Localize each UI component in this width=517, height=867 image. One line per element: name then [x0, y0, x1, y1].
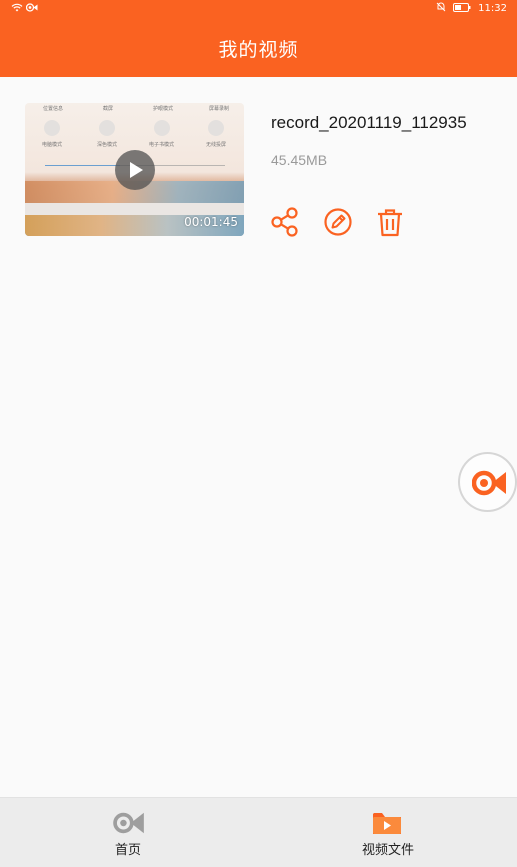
- thumbnail-icon: [44, 120, 60, 136]
- trash-icon: [378, 209, 402, 237]
- video-duration: 00:01:45: [184, 215, 238, 229]
- battery-icon: [453, 2, 471, 15]
- share-button[interactable]: [270, 207, 300, 237]
- thumbnail-label: 截屏: [103, 106, 114, 112]
- rename-button[interactable]: [323, 207, 353, 237]
- play-icon: [130, 162, 143, 178]
- share-icon: [271, 207, 298, 237]
- thumbnail-band: [25, 203, 244, 215]
- play-button[interactable]: [115, 150, 155, 190]
- mute-icon: [436, 2, 446, 15]
- floating-record-button[interactable]: [458, 452, 517, 512]
- video-folder-icon: [372, 810, 402, 840]
- thumbnail-label: 电子书模式: [149, 142, 175, 148]
- page-title: 我的视频: [218, 39, 299, 61]
- thumbnail-label: 无线投屏: [206, 142, 227, 148]
- video-file-name: record_20201119_112935: [271, 113, 467, 132]
- status-time: 11:32: [478, 3, 507, 14]
- thumbnail-icon: [99, 120, 115, 136]
- screen-recording-icon: [25, 3, 38, 15]
- app-header: 11:32 我的视频: [0, 0, 517, 77]
- thumbnail-label: 屏幕录制: [209, 106, 230, 112]
- bottom-nav: 首页 视频文件: [0, 797, 517, 867]
- thumbnail-label: 电脑模式: [42, 142, 63, 148]
- nav-item-home[interactable]: 首页: [28, 798, 228, 867]
- thumbnail-label: 护眼模式: [153, 106, 174, 112]
- nav-item-video-files[interactable]: 视频文件: [288, 798, 488, 867]
- video-file-size: 45.45MB: [271, 152, 328, 168]
- nav-label-home: 首页: [114, 843, 141, 858]
- thumbnail-label: 深色模式: [97, 142, 118, 148]
- status-bar: 11:32: [0, 0, 517, 18]
- nav-label-video-files: 视频文件: [361, 843, 414, 858]
- delete-button[interactable]: [375, 207, 405, 237]
- thumbnail-label: 位置信息: [43, 106, 64, 112]
- thumbnail-icon: [154, 120, 170, 136]
- thumbnail-slider-fill: [45, 165, 120, 166]
- recorder-icon: [112, 810, 146, 840]
- video-thumbnail[interactable]: 位置信息 截屏 护眼模式 屏幕录制 电脑模式 深色模式 电子书模式 无线投屏 0…: [25, 103, 244, 236]
- wifi-icon: [11, 3, 23, 15]
- recorder-icon: [472, 470, 506, 496]
- edit-icon: [324, 208, 352, 236]
- thumbnail-icon: [208, 120, 224, 136]
